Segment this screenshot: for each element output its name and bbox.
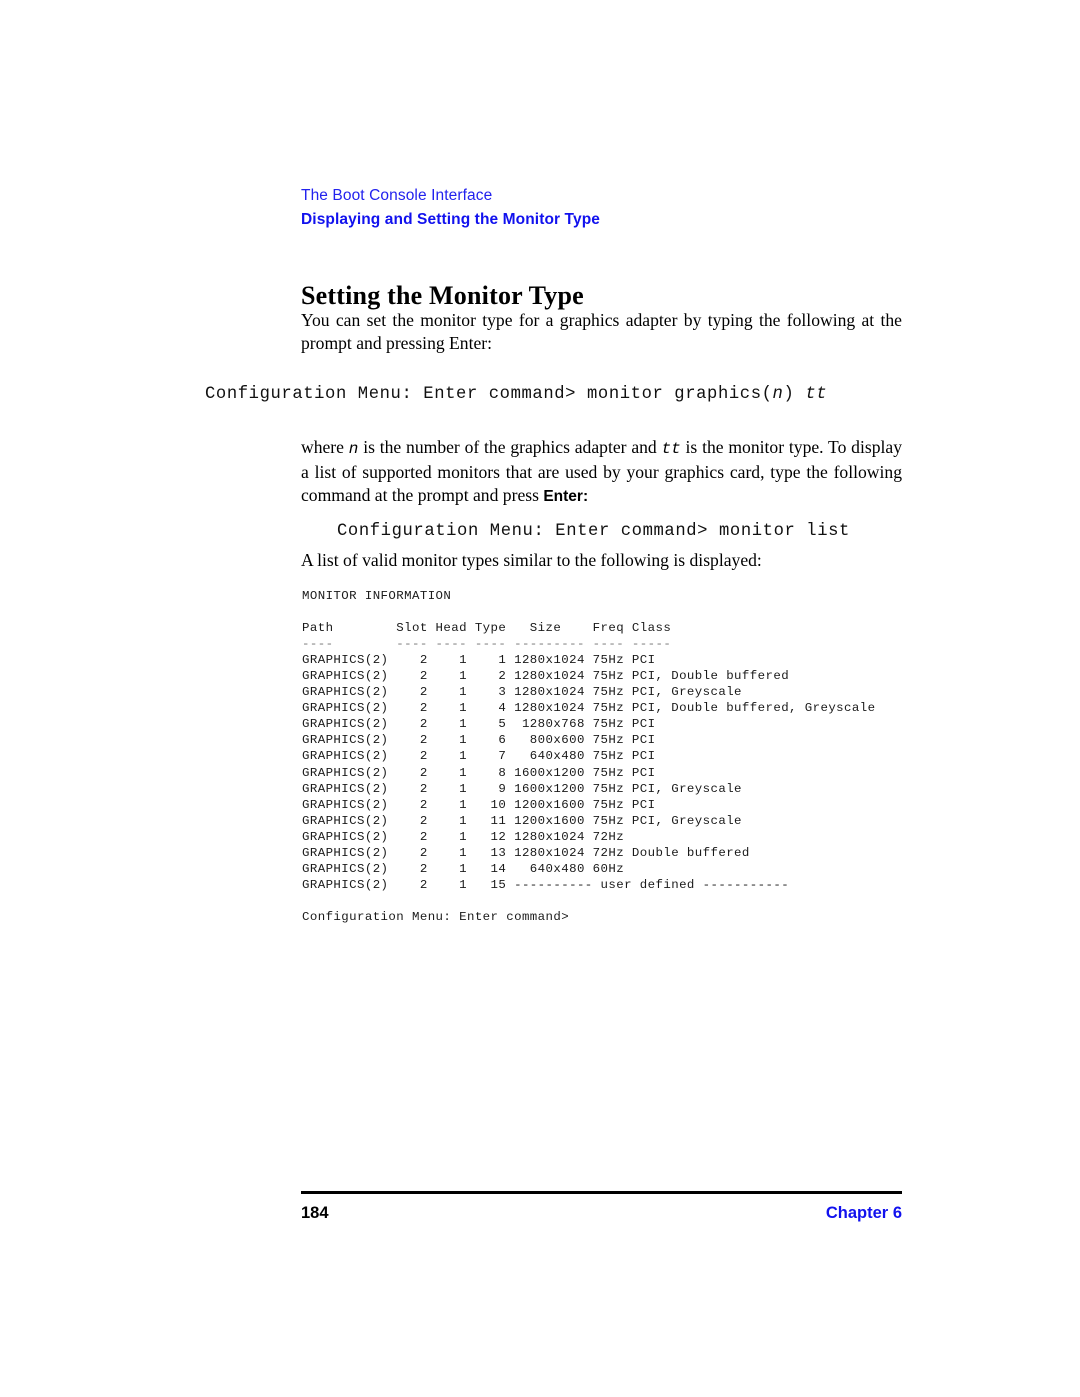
running-header: The Boot Console Interface Displaying an… <box>301 186 921 230</box>
where-text-part1: where <box>301 437 349 457</box>
where-text-part2: is the number of the graphics adapter an… <box>358 437 662 457</box>
document-page: The Boot Console Interface Displaying an… <box>0 0 1080 1397</box>
page-title: Setting the Monitor Type <box>301 281 584 311</box>
footer-chapter-label: Chapter 6 <box>825 1204 902 1222</box>
command-monitor-list: Configuration Menu: Enter command> monit… <box>337 522 850 541</box>
list-intro-wrapper: A list of valid monitor types similar to… <box>301 549 902 572</box>
intro-paragraph-wrapper: You can set the monitor type for a graph… <box>301 309 902 355</box>
inline-variable-n: n <box>348 440 359 458</box>
enter-key-label: Enter: <box>543 488 589 505</box>
where-paragraph: where n is the number of the graphics ad… <box>301 436 902 508</box>
command-monitor-graphics: Configuration Menu: Enter command> monit… <box>205 385 827 404</box>
footer-page-number: 184 <box>301 1204 329 1222</box>
footer-divider <box>301 1191 902 1194</box>
command-monitor-graphics-prefix: Configuration Menu: Enter command> monit… <box>205 385 773 404</box>
command-variable-tt: tt <box>805 385 828 404</box>
intro-paragraph: You can set the monitor type for a graph… <box>301 310 902 353</box>
command-variable-n: n <box>772 385 784 404</box>
inline-variable-tt: tt <box>661 440 681 458</box>
running-header-book-section: The Boot Console Interface <box>301 187 493 204</box>
monitor-information-listing: MONITOR INFORMATION Path Slot Head Type S… <box>302 589 876 924</box>
running-header-topic: Displaying and Setting the Monitor Type <box>301 211 600 228</box>
command-monitor-graphics-mid: ) <box>783 385 806 404</box>
list-intro-paragraph: A list of valid monitor types similar to… <box>301 550 762 570</box>
where-paragraph-wrapper: where n is the number of the graphics ad… <box>301 436 902 508</box>
